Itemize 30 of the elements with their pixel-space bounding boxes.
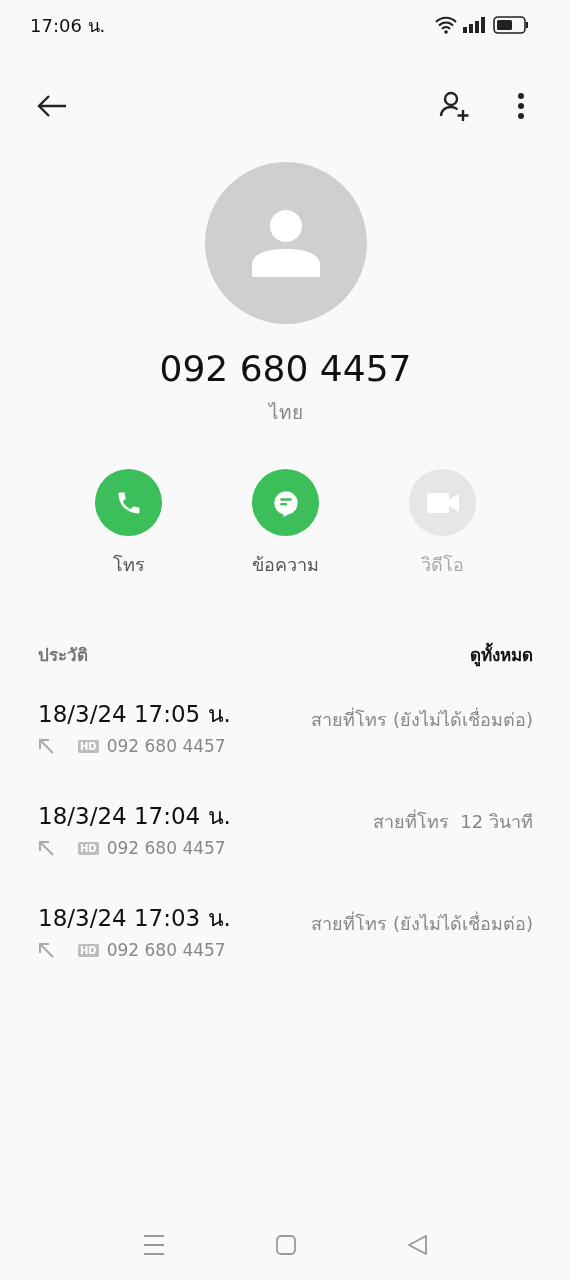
call-datetime: 18/3/24 17:05 น. (38, 700, 231, 729)
back-button[interactable] (36, 94, 68, 118)
signal-icon (463, 17, 487, 33)
phone-number: 092 680 4457 (159, 348, 412, 389)
hd-badge: HD (78, 841, 99, 855)
status-time: 17:06 น. (30, 13, 106, 38)
call-datetime: 18/3/24 17:04 น. (38, 802, 231, 831)
wifi-icon (435, 16, 457, 34)
chat-bubble-icon (271, 488, 300, 517)
call-number: 092 680 4457 (106, 838, 226, 858)
call-status: สายที่โทร (ยังไม่ได้เชื่อมต่อ) (311, 706, 533, 732)
hd-badge: HD (78, 943, 99, 957)
person-icon (250, 209, 321, 277)
more-options-button[interactable] (517, 92, 525, 120)
section-title: ประวัติ (38, 644, 88, 667)
hd-badge: HD (78, 739, 99, 753)
call-status: สายที่โทร 12 วินาที (372, 808, 533, 834)
arrow-icon (38, 942, 54, 958)
call-number: 092 680 4457 (106, 940, 226, 960)
call-datetime: 18/3/24 17:03 น. (38, 904, 231, 933)
arrow-icon (38, 738, 54, 754)
number-location: ไทย (268, 400, 303, 425)
see-all-link[interactable]: ดูทั้งหมด (470, 641, 533, 668)
back-nav-button[interactable] (406, 1234, 429, 1256)
home-button[interactable] (274, 1234, 297, 1256)
call-status: สายที่โทร (ยังไม่ได้เชื่อมต่อ) (311, 910, 533, 936)
menu-icon[interactable] (142, 1234, 165, 1256)
call-number: 092 680 4457 (106, 736, 226, 756)
battery-icon (493, 16, 529, 34)
arrow-icon (38, 840, 54, 856)
